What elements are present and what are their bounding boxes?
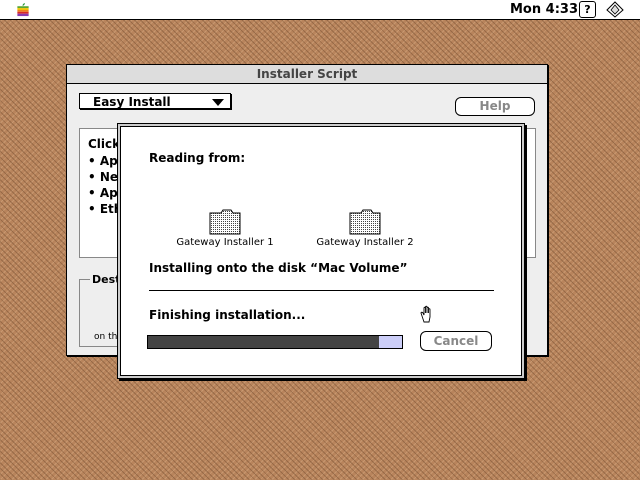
reading-label: Reading from: [149,151,246,165]
destination-subtext: on the [94,332,123,342]
install-target-text: Installing onto the disk “Mac Volume” [149,261,408,275]
application-menu-icon[interactable] [606,1,624,18]
install-mode-popup[interactable]: Easy Install [79,93,231,109]
floppy-disk-icon [349,209,381,235]
instructions-intro: Click [88,137,121,151]
install-mode-label: Easy Install [93,95,171,109]
cancel-button[interactable]: Cancel [420,331,492,351]
progress-bar [147,335,403,349]
help-menu-icon[interactable]: ? [579,1,596,18]
window-title-bar[interactable]: Installer Script [67,65,547,84]
progress-bar-fill [148,336,380,348]
menu-bar: Mon 4:33 ? [0,0,640,20]
hand-cursor-icon [420,305,431,323]
apple-menu-icon[interactable] [16,2,30,17]
status-text: Finishing installation... [149,308,306,322]
help-button[interactable]: Help [455,97,535,116]
source-volume-2: Gateway Installer 2 [305,209,425,248]
floppy-disk-icon [209,209,241,235]
popup-arrow-icon [212,99,224,106]
progress-dialog: Reading from: Gateway Installer 1 Gatewa… [120,126,522,376]
menu-clock[interactable]: Mon 4:33 [510,2,578,17]
window-title: Installer Script [250,67,364,81]
volume-label: Gateway Installer 1 [176,237,274,248]
source-volume-1: Gateway Installer 1 [165,209,285,248]
divider [149,290,494,291]
volume-label: Gateway Installer 2 [316,237,414,248]
